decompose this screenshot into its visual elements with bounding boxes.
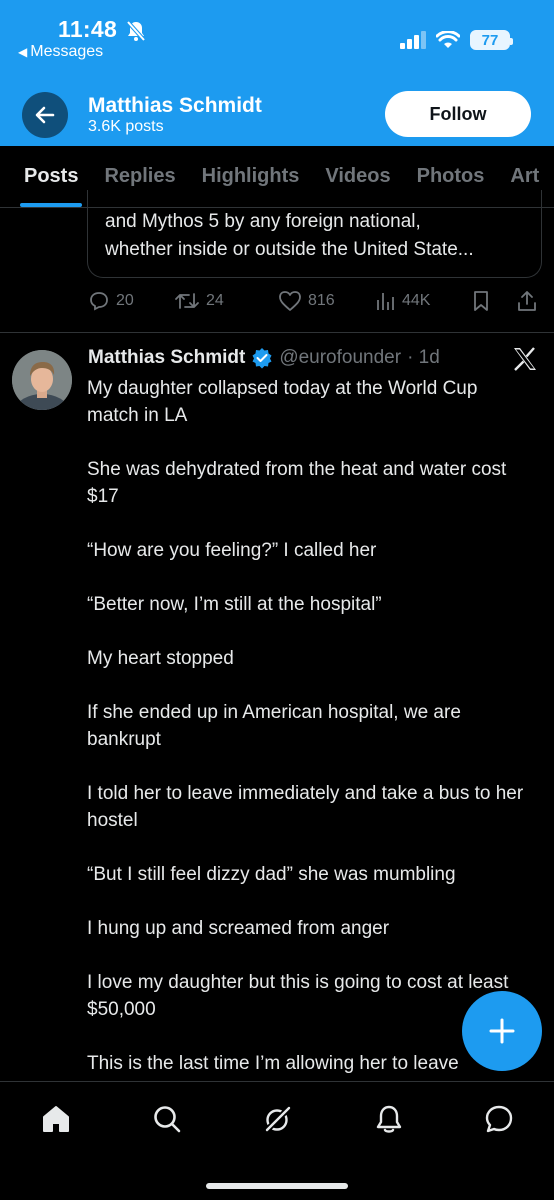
post-paragraph: If she ended up in American hospital, we…	[87, 702, 461, 750]
post-author-name[interactable]: Matthias Schmidt	[88, 347, 245, 369]
repost-count: 24	[206, 292, 224, 309]
like-action[interactable]: 816	[278, 290, 335, 312]
profile-header: 11:48 ◀ Messages 77 Matthias Schmidt 3.6K…	[0, 0, 554, 146]
repost-action[interactable]: 24	[174, 290, 224, 312]
follow-button[interactable]: Follow	[385, 91, 531, 137]
post-paragraph: “But I still feel dizzy dad” she was mum…	[87, 864, 456, 885]
bookmark-icon	[474, 291, 488, 311]
quoted-line: whether inside or outside the United Sta…	[105, 239, 474, 260]
post-paragraph: “How are you feeling?” I called her	[87, 540, 377, 561]
post-paragraph: This is the last time I’m allowing her t…	[87, 1053, 459, 1074]
back-app-label: Messages	[30, 43, 104, 60]
like-count: 816	[308, 292, 335, 309]
compose-button[interactable]	[462, 991, 542, 1071]
x-logo-icon	[514, 347, 536, 371]
post-paragraph: I told her to leave immediately and take…	[87, 783, 524, 831]
grok-icon[interactable]	[262, 1103, 294, 1135]
profile-name: Matthias Schmidt	[88, 94, 262, 117]
tab-posts[interactable]: Posts	[19, 146, 83, 207]
quoted-post-text: and Mythos 5 by any foreign national, wh…	[105, 208, 535, 264]
back-to-messages[interactable]: ◀ Messages	[18, 43, 103, 61]
reply-count: 20	[116, 292, 134, 309]
post-header: Matthias Schmidt @eurofounder · 1d	[88, 347, 440, 369]
signal-icon	[400, 31, 426, 49]
home-icon[interactable]	[40, 1103, 72, 1135]
avatar[interactable]	[12, 350, 72, 410]
post-paragraph: My daughter collapsed today at the World…	[87, 378, 478, 426]
views-icon	[377, 293, 394, 310]
status-time: 11:48	[58, 16, 118, 42]
compose-plus-icon	[489, 1018, 515, 1044]
post-paragraph: “Better now, I’m still at the hospital”	[87, 594, 382, 615]
search-icon[interactable]	[151, 1103, 183, 1135]
status-indicators: 77	[400, 30, 513, 50]
post-actions: 20 24 816 44K	[88, 290, 538, 314]
share-icon	[518, 291, 536, 311]
home-indicator	[206, 1183, 348, 1189]
reply-action[interactable]: 20	[88, 290, 134, 312]
notifications-icon[interactable]	[373, 1103, 405, 1135]
heart-icon	[279, 291, 301, 311]
back-arrow-icon	[35, 106, 55, 124]
avatar-photo	[12, 350, 72, 410]
wifi-icon	[436, 31, 460, 48]
profile-post-count: 3.6K posts	[88, 118, 164, 135]
silent-mode-icon	[126, 20, 146, 42]
messages-icon[interactable]	[483, 1103, 515, 1135]
views-action[interactable]: 44K	[376, 290, 430, 312]
post-timestamp: · 1d	[407, 347, 440, 368]
repost-icon	[175, 293, 199, 309]
share-action[interactable]	[516, 290, 538, 312]
post-divider	[0, 332, 554, 333]
post-body: My daughter collapsed today at the World…	[87, 375, 527, 1104]
bookmark-action[interactable]	[472, 290, 490, 312]
verified-badge-icon	[252, 348, 272, 369]
battery-indicator: 77	[470, 30, 513, 50]
post-author-handle[interactable]: @eurofounder	[279, 347, 401, 369]
views-count: 44K	[402, 292, 431, 309]
post-paragraph: I hung up and screamed from anger	[87, 918, 390, 939]
reply-icon	[90, 292, 108, 311]
post-paragraph: She was dehydrated from the heat and wat…	[87, 459, 507, 507]
back-button[interactable]	[22, 92, 68, 138]
quoted-line: and Mythos 5 by any foreign national,	[105, 211, 421, 232]
post-paragraph: I love my daughter but this is going to …	[87, 972, 509, 1020]
post-paragraph: My heart stopped	[87, 648, 234, 669]
